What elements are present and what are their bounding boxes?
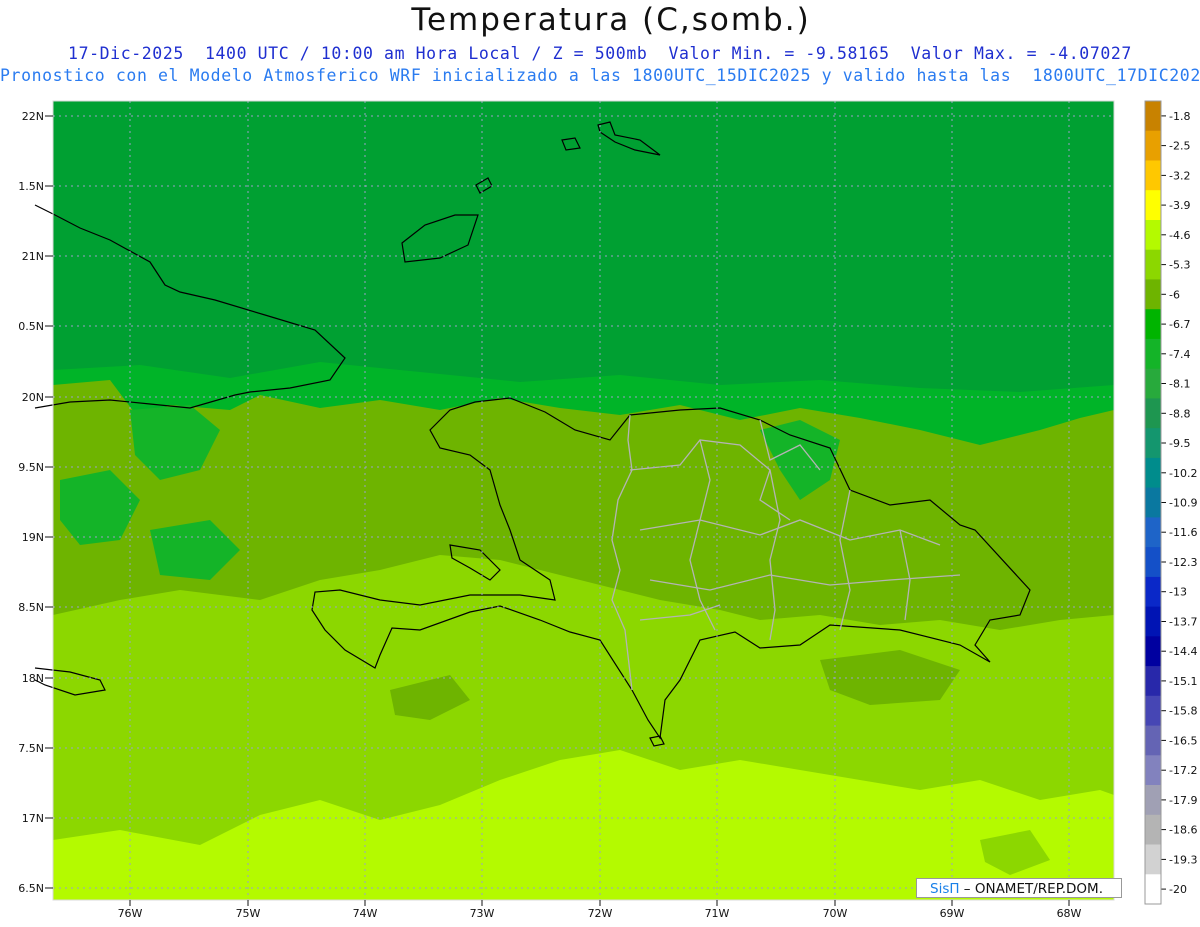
colorbar-label: -8.8 [1169, 407, 1190, 420]
colorbar-label: -17.9 [1169, 794, 1197, 807]
lat-tick-label: 7.5N [18, 742, 44, 755]
lon-tick-label: 70W [823, 907, 848, 920]
colorbar-swatch [1145, 398, 1161, 429]
colorbar-label: -16.5 [1169, 734, 1197, 747]
colorbar-swatch [1145, 279, 1161, 310]
colorbar-label: -20 [1169, 883, 1187, 896]
lon-tick-label: 74W [353, 907, 378, 920]
colorbar-swatch [1145, 725, 1161, 756]
lat-tick-label: 1.5N [18, 180, 44, 193]
colorbar-swatch [1145, 755, 1161, 786]
colorbar-swatch [1145, 428, 1161, 459]
colorbar-swatch [1145, 874, 1161, 905]
colorbar-swatch [1145, 636, 1161, 667]
colorbar-swatch [1145, 695, 1161, 726]
lon-tick-label: 71W [705, 907, 730, 920]
colorbar-label: -13 [1169, 586, 1187, 599]
lon-tick-label: 76W [118, 907, 143, 920]
colorbar-swatch [1145, 309, 1161, 340]
colorbar-label: -15.1 [1169, 675, 1197, 688]
colorbar-swatch [1145, 844, 1161, 875]
colorbar-label: -3.9 [1169, 199, 1190, 212]
colorbar-label: -7.4 [1169, 348, 1190, 361]
colorbar-label: -4.6 [1169, 229, 1190, 242]
lon-tick-label: 68W [1057, 907, 1082, 920]
colorbar-label: -1.8 [1169, 110, 1190, 123]
longitude-tick-marks [129, 900, 1070, 906]
colorbar-swatch [1145, 368, 1161, 399]
longitude-axis: 76W 75W 74W 73W 72W 71W 70W 69W 68W [118, 907, 1082, 920]
credit-box: SisΠ – ONAMET/REP.DOM. [916, 878, 1122, 898]
lat-tick-label: 17N [22, 812, 44, 825]
latitude-tick-marks [45, 115, 53, 889]
colorbar-label: -10.2 [1169, 467, 1197, 480]
credit-text: – ONAMET/REP.DOM. [959, 881, 1103, 897]
colorbar-label: -9.5 [1169, 437, 1190, 450]
lat-tick-label: 19N [22, 531, 44, 544]
sispi-logo: SisΠ [930, 881, 960, 897]
colorbar-label: -2.5 [1169, 140, 1190, 153]
colorbar-label: -10.9 [1169, 497, 1197, 510]
colorbar-label: -13.7 [1169, 616, 1197, 629]
map-figure: 22N 1.5N 21N 0.5N 20N 9.5N 19N 8.5N 18N … [18, 100, 1197, 920]
colorbar-label: -17.2 [1169, 764, 1197, 777]
lon-tick-label: 72W [588, 907, 613, 920]
colorbar-swatch [1145, 249, 1161, 280]
colorbar-label: -19.3 [1169, 853, 1197, 866]
lat-tick-label: 9.5N [18, 461, 44, 474]
colorbar-label: -6 [1169, 288, 1180, 301]
colorbar-label: -11.6 [1169, 526, 1197, 539]
lat-tick-label: 8.5N [18, 601, 44, 614]
colorbar-swatch [1145, 457, 1161, 489]
colorbar-label: -18.6 [1169, 824, 1197, 837]
colorbar-swatch [1145, 190, 1161, 221]
colorbar-label: -15.8 [1169, 705, 1197, 718]
temperature-field [53, 101, 1114, 900]
colorbar-label: -8.1 [1169, 378, 1190, 391]
colorbar: -1.8 -2.5 -3.2 -3.9 -4.6 -5.3 -6 -6.7 -7.4 -8.1 -8… [1144, 100, 1197, 905]
colorbar-swatch [1145, 517, 1161, 548]
colorbar-swatch [1145, 220, 1161, 251]
colorbar-label: -5.3 [1169, 259, 1190, 272]
colorbar-swatch [1145, 606, 1161, 637]
colorbar-swatch [1145, 666, 1161, 697]
colorbar-swatch [1145, 814, 1161, 845]
colorbar-label: -3.2 [1169, 169, 1190, 182]
lon-tick-label: 75W [236, 907, 261, 920]
colorbar-swatch [1145, 338, 1161, 370]
colorbar-swatch [1145, 130, 1161, 161]
colorbar-label: -14.4 [1169, 645, 1197, 658]
colorbar-swatch [1145, 160, 1161, 191]
lon-tick-label: 73W [470, 907, 495, 920]
lat-tick-label: 0.5N [18, 320, 44, 333]
lat-tick-label: 20N [22, 391, 44, 404]
colorbar-swatch [1145, 576, 1161, 608]
lat-tick-label: 21N [22, 250, 44, 263]
lat-tick-label: 6.5N [18, 882, 44, 895]
colorbar-swatch [1145, 785, 1161, 816]
latitude-axis: 22N 1.5N 21N 0.5N 20N 9.5N 19N 8.5N 18N … [18, 110, 44, 895]
lon-tick-label: 69W [940, 907, 965, 920]
colorbar-label: -12.3 [1169, 556, 1197, 569]
colorbar-label: -6.7 [1169, 318, 1190, 331]
colorbar-swatch [1145, 487, 1161, 518]
lat-tick-label: 22N [22, 110, 44, 123]
lat-tick-label: 18N [22, 672, 44, 685]
colorbar-swatch [1145, 101, 1161, 132]
colorbar-swatch [1145, 547, 1161, 578]
